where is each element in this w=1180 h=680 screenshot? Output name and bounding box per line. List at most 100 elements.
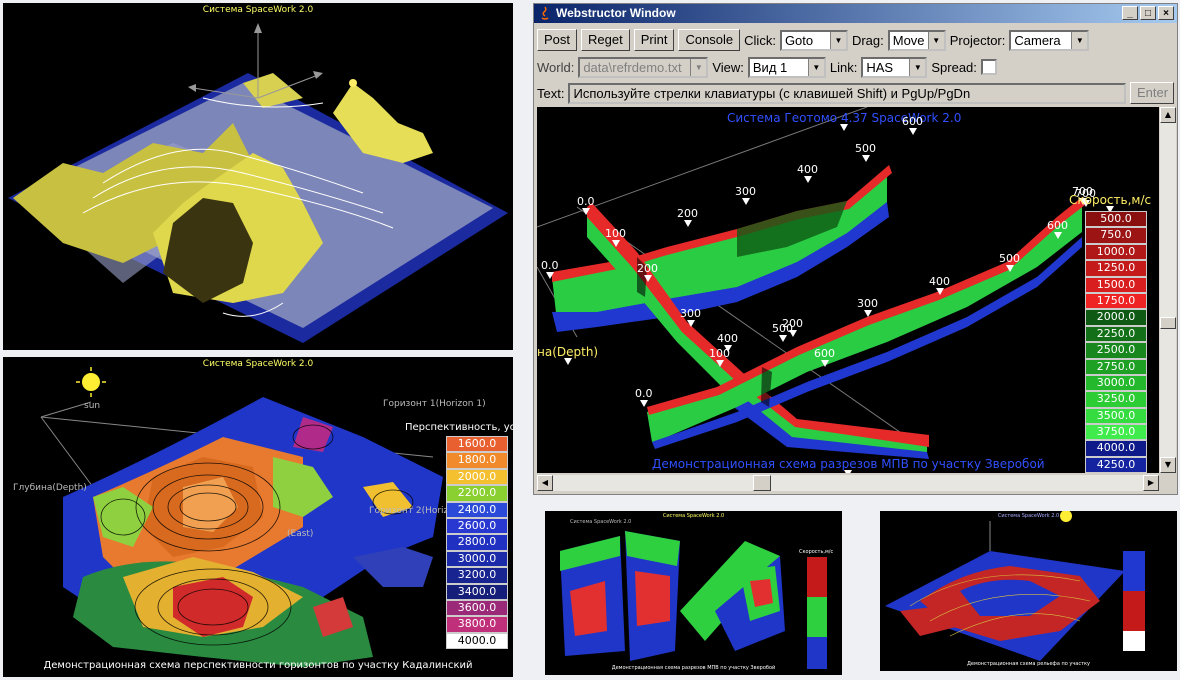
legend-entry: 2800.0 xyxy=(446,534,508,551)
horizon-legend: 1600.0 1800.0 2000.0 2200.0 2400.0 2600.0 2800… xyxy=(446,436,508,650)
legend-entry: 2250.0 xyxy=(1085,325,1147,343)
link-select[interactable]: HAS ▼ xyxy=(861,56,928,78)
legend-title: Скорость,м/с xyxy=(1069,193,1152,213)
chevron-down-icon[interactable]: ▼ xyxy=(829,31,846,49)
legend-entry: 4000.0 xyxy=(446,632,508,650)
legend-entry: 750.0 xyxy=(1085,227,1147,244)
horizontal-scrollbar[interactable]: ◀ ▶ xyxy=(537,475,1159,491)
terrain-view-panel[interactable]: Система SpaceWork 2.0 xyxy=(3,3,513,350)
distance-marker: 300 xyxy=(857,297,878,317)
click-select[interactable]: Goto ▼ xyxy=(779,29,848,51)
distance-marker: 600 xyxy=(814,347,835,367)
distance-marker: 200 xyxy=(637,262,658,282)
link-label: Link: xyxy=(829,59,858,75)
enter-button[interactable]: Enter xyxy=(1130,82,1174,104)
distance-marker: 100 xyxy=(605,227,626,247)
legend-entry: 3800.0 xyxy=(446,616,508,633)
distance-marker: 400 xyxy=(797,163,818,183)
distance-marker: 600 xyxy=(1047,219,1068,239)
world-select: data\refrdemo.txt ▼ xyxy=(578,56,709,78)
print-button[interactable]: Print xyxy=(633,29,675,51)
minimize-button[interactable]: _ xyxy=(1122,6,1138,20)
scroll-right-icon[interactable]: ▶ xyxy=(1143,475,1159,491)
seismic-sections-scene xyxy=(537,107,1085,459)
window-titlebar[interactable]: Webstructor Window _ □ × xyxy=(534,4,1177,23)
text-input[interactable]: Используйте стрелки клавиатуры (с клавиш… xyxy=(568,82,1126,104)
scene-viewport[interactable]: Система Геотомо 4.37 SpaceWork 2.0 на(De… xyxy=(537,107,1159,473)
distance-marker: 200 xyxy=(677,207,698,227)
sections-thumbnail-panel[interactable]: Система SpaceWork 2.0 Система SpaceWork … xyxy=(545,511,842,675)
legend-entry: 2400.0 xyxy=(446,501,508,518)
horizon2-label: Горизонт 2(Horizo xyxy=(369,506,454,516)
legend-entry: 1750.0 xyxy=(1085,292,1147,310)
scroll-up-icon[interactable]: ▲ xyxy=(1160,107,1176,123)
chevron-down-icon: ▼ xyxy=(690,58,707,76)
legend-entry: 2600.0 xyxy=(446,517,508,535)
distance-marker: 0.0 xyxy=(635,387,653,407)
spread-checkbox[interactable] xyxy=(980,59,997,75)
east-axis-label: (East) xyxy=(287,529,314,539)
chevron-down-icon[interactable]: ▼ xyxy=(1071,31,1088,49)
legend-entry: 2200.0 xyxy=(446,485,508,502)
legend-entry: 3750.0 xyxy=(1085,424,1147,441)
panel-caption: Демонстрационная схема разрезов МПВ по у… xyxy=(611,665,776,671)
chevron-down-icon[interactable]: ▼ xyxy=(927,31,944,49)
legend-entry: 3600.0 xyxy=(446,599,508,617)
horizon1-label: Горизонт 1(Horizon 1) xyxy=(383,399,486,409)
depth-axis-label: Глубина(Depth) xyxy=(13,483,87,493)
world-row: World: data\refrdemo.txt ▼ View: Вид 1 ▼… xyxy=(537,55,1174,79)
view-value: Вид 1 xyxy=(752,59,788,75)
drag-value: Move xyxy=(892,32,925,48)
relief-thumbnail-panel[interactable]: Система SpaceWork 2.0 Демонстрационная с… xyxy=(880,511,1177,671)
distance-marker: 0.0 xyxy=(577,195,595,215)
panel-title: Система SpaceWork 2.0 xyxy=(202,5,314,15)
distance-marker: 0.0 xyxy=(541,259,559,279)
legend-entry: 1600.0 xyxy=(446,436,508,453)
panel-caption: Демонстрационная схема перспективности г… xyxy=(43,660,473,671)
vertical-scrollbar[interactable]: ▲ ▼ xyxy=(1160,107,1176,473)
link-value: HAS xyxy=(866,59,894,75)
view-select[interactable]: Вид 1 ▼ xyxy=(747,56,826,78)
click-value: Goto xyxy=(784,32,814,48)
scroll-down-icon[interactable]: ▼ xyxy=(1160,457,1176,473)
projector-label: Projector: xyxy=(949,32,1006,48)
legend-title: Скорость,м/с xyxy=(799,549,834,555)
legend-title: Перспективность, усл. xyxy=(405,422,513,433)
distance-marker: 200 xyxy=(782,317,803,337)
webstructor-window[interactable]: Webstructor Window _ □ × Post Reget Prin… xyxy=(533,3,1178,495)
drag-label: Drag: xyxy=(851,32,884,48)
depth-axis-label: на(Depth) xyxy=(537,345,599,365)
scroll-thumb[interactable] xyxy=(1160,317,1176,329)
reget-button[interactable]: Reget xyxy=(581,29,630,51)
legend-entry: 2000.0 xyxy=(446,468,508,486)
distance-marker: 400 xyxy=(717,332,738,352)
legend-entry: 4250.0 xyxy=(1085,456,1147,473)
click-label: Click: xyxy=(744,32,776,48)
legend-entry: 3200.0 xyxy=(446,567,508,584)
distance-marker: 600 xyxy=(902,115,923,135)
scroll-thumb[interactable] xyxy=(753,475,771,491)
distance-marker: 100 xyxy=(709,347,730,367)
chevron-down-icon[interactable]: ▼ xyxy=(909,58,926,76)
projector-select[interactable]: Camera ▼ xyxy=(1009,29,1090,51)
horizon-view-panel[interactable]: Система SpaceWork 2.0 sun Глубина(Depth)… xyxy=(3,357,513,677)
legend-entry: 1800.0 xyxy=(446,452,508,469)
world-label: World: xyxy=(537,59,575,75)
drag-select[interactable]: Move ▼ xyxy=(887,29,946,51)
world-value: data\refrdemo.txt xyxy=(583,59,682,75)
panel-title: Система SpaceWork 2.0 xyxy=(997,513,1060,519)
distance-marker: 500 xyxy=(999,252,1020,272)
java-icon xyxy=(541,6,549,20)
sections-thumbnail xyxy=(560,531,785,661)
relief-legend xyxy=(1123,551,1145,651)
sun-label: sun xyxy=(84,401,101,411)
post-button[interactable]: Post xyxy=(537,29,578,51)
console-button[interactable]: Console xyxy=(678,29,741,51)
chevron-down-icon[interactable]: ▼ xyxy=(807,58,824,76)
maximize-button[interactable]: □ xyxy=(1140,6,1156,20)
scene-title: Система Геотомо 4.37 SpaceWork 2.0 xyxy=(727,111,962,131)
distance-marker: 300 xyxy=(735,185,756,205)
scroll-left-icon[interactable]: ◀ xyxy=(537,475,553,491)
velocity-legend: 500.0 750.0 1000.0 1250.0 1500.0 1750.0 2000.0… xyxy=(1085,211,1147,473)
close-button[interactable]: × xyxy=(1158,6,1174,20)
